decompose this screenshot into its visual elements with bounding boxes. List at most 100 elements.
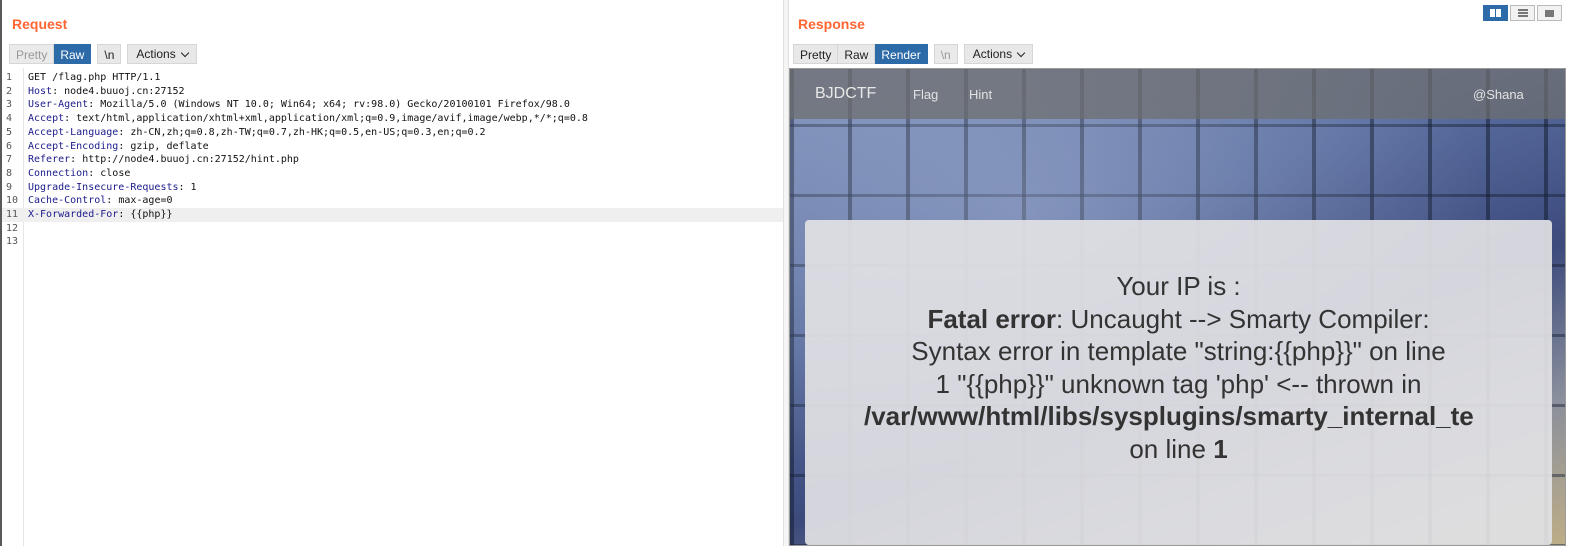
header-value: GET /flag.php HTTP/1.1 — [28, 72, 161, 83]
header-value: : node4.buuoj.cn:27152 — [52, 85, 185, 97]
line-number: 12 — [6, 222, 19, 234]
error-on-line-row: on line 1 — [805, 433, 1552, 466]
header-name: Connection — [28, 167, 89, 179]
line-content: Upgrade-Insecure-Requests: 1 — [28, 181, 197, 195]
request-editor[interactable]: 1 GET /flag.php HTTP/1.1 2 Host: node4.buuo… — [2, 68, 783, 546]
header-name: Accept-Language — [28, 126, 119, 138]
header-value: : 1 — [178, 181, 197, 193]
site-brand[interactable]: BJDCTF — [815, 85, 876, 103]
line-number: 13 — [6, 236, 19, 248]
editor-line[interactable]: 9 Upgrade-Insecure-Requests: 1 — [2, 181, 783, 195]
split-columns-icon — [1490, 9, 1495, 17]
actions-label: Actions — [136, 47, 176, 61]
newline-toggle[interactable]: \n — [933, 44, 958, 64]
line-content: Host: node4.buuoj.cn:27152 — [28, 85, 185, 99]
header-value: : text/html,application/xhtml+xml,applic… — [64, 113, 588, 125]
line-content: Accept-Encoding: gzip, deflate — [28, 140, 209, 154]
tab-raw[interactable]: Raw — [54, 44, 92, 64]
line-content: Referer: http://node4.buuoj.cn:27152/hin… — [28, 153, 299, 167]
chevron-down-icon — [180, 48, 189, 57]
header-name: User-Agent — [28, 99, 89, 111]
fatal-error-label: Fatal error — [927, 303, 1057, 334]
line-number: 6 — [6, 140, 13, 152]
header-value: : zh-CN,zh;q=0.8,zh-TW;q=0.7,zh-HK;q=0.5… — [118, 126, 486, 138]
response-panel: Response Pretty Raw Render \n Actions BJ… — [789, 0, 1588, 546]
line-number: 11 — [6, 209, 19, 220]
fatal-error-text: : Uncaught --> Smarty Compiler: — [1056, 303, 1430, 334]
response-view-tabs: Pretty Raw Render — [793, 44, 928, 64]
layout-toggle — [1483, 5, 1562, 21]
actions-label: Actions — [972, 47, 1013, 61]
line-content: Accept: text/html,application/xhtml+xml,… — [28, 112, 588, 126]
editor-line[interactable]: 5 Accept-Language: zh-CN,zh;q=0.8,zh-TW;q… — [2, 126, 783, 140]
actions-button[interactable]: Actions — [127, 44, 197, 64]
line-number: 8 — [6, 167, 13, 179]
nav-user[interactable]: @Shana — [1473, 87, 1524, 102]
error-path: /var/www/html/libs/sysplugins/smarty_int… — [864, 401, 1474, 431]
newline-toggle[interactable]: \n — [97, 44, 122, 64]
tab-pretty[interactable]: Pretty — [793, 44, 839, 64]
editor-line[interactable]: 4 Accept: text/html,application/xhtml+xml… — [2, 112, 783, 126]
request-title: Request — [12, 16, 68, 32]
line-number: 2 — [6, 85, 13, 97]
layout-tabs-button[interactable] — [1537, 5, 1562, 21]
tab-pretty[interactable]: Pretty — [9, 44, 55, 64]
line-content: User-Agent: Mozilla/5.0 (Windows NT 10.0… — [28, 98, 570, 112]
burp-repeater: Request Pretty Raw \n Actions 1 GET /flag… — [0, 0, 1588, 546]
editor-line[interactable]: 2 Host: node4.buuoj.cn:27152 — [2, 85, 783, 99]
error-path-row: /var/www/html/libs/sysplugins/smarty_int… — [805, 400, 1552, 433]
actions-button[interactable]: Actions — [963, 44, 1034, 64]
nav-link-hint[interactable]: Hint — [969, 87, 992, 102]
header-name: Accept — [28, 113, 65, 125]
split-columns-icon-part — [1496, 9, 1501, 17]
editor-line[interactable]: 7 Referer: http://node4.buuoj.cn:27152/hi… — [2, 153, 783, 167]
line-number: 4 — [6, 113, 13, 125]
request-toolbar: Pretty Raw \n Actions — [9, 44, 197, 64]
response-title: Response — [798, 16, 865, 32]
line-number: 5 — [6, 126, 13, 138]
line-number: 9 — [6, 181, 13, 193]
rendered-response: BJDCTF Flag Hint @Shana Your IP is : Fat… — [789, 68, 1566, 546]
editor-line[interactable]: 1 GET /flag.php HTTP/1.1 — [2, 71, 783, 85]
on-line-label: on line — [1129, 433, 1214, 464]
layout-side-by-side-button[interactable] — [1483, 5, 1508, 21]
header-name: Host — [28, 85, 53, 97]
chevron-down-icon — [1016, 48, 1026, 57]
error-line-3: 1 "{{php}}" unknown tag 'php' <-- thrown… — [935, 368, 1422, 399]
editor-line[interactable]: 8 Connection: close — [2, 167, 783, 181]
request-panel: Request Pretty Raw \n Actions 1 GET /flag… — [0, 0, 783, 546]
header-value: : max-age=0 — [106, 195, 173, 207]
line-number: 10 — [6, 195, 19, 207]
editor-line[interactable]: 6 Accept-Encoding: gzip, deflate — [2, 140, 783, 154]
header-name: X-Forwarded-For — [28, 209, 119, 220]
editor-line[interactable]: 11 X-Forwarded-For: {{php}} — [2, 208, 783, 222]
line-number: 7 — [6, 154, 13, 166]
line-content: Connection: close — [28, 167, 130, 181]
header-name: Upgrade-Insecure-Requests — [28, 181, 179, 193]
editor-line[interactable]: 12 — [2, 222, 783, 236]
editor-line[interactable]: 13 — [2, 235, 783, 249]
site-navbar: BJDCTF Flag Hint @Shana — [790, 69, 1565, 119]
error-card: Your IP is : Fatal error: Uncaught --> S… — [805, 220, 1552, 545]
header-value: : gzip, deflate — [118, 140, 209, 152]
split-rows-icon — [1517, 12, 1528, 14]
tab-raw[interactable]: Raw — [838, 44, 876, 64]
line-content: GET /flag.php HTTP/1.1 — [28, 71, 160, 85]
fatal-error-line: Fatal error: Uncaught --> Smarty Compile… — [805, 303, 1552, 336]
error-line-2: Syntax error in template "string:{{php}}… — [911, 336, 1446, 366]
header-value: : {{php}} — [118, 209, 173, 220]
response-toolbar: Pretty Raw Render \n Actions — [793, 44, 1034, 64]
drag-handle-icon: ⋮⋮ — [785, 354, 795, 368]
line-content: X-Forwarded-For: {{php}} — [28, 208, 173, 222]
header-name: Referer — [28, 154, 71, 166]
header-name: Cache-Control — [28, 195, 107, 207]
header-value: : http://node4.buuoj.cn:27152/hint.php — [70, 154, 299, 166]
tab-render[interactable]: Render — [875, 44, 928, 64]
line-content: Cache-Control: max-age=0 — [28, 194, 173, 208]
nav-link-flag[interactable]: Flag — [913, 87, 938, 102]
layout-stacked-button[interactable] — [1510, 5, 1535, 21]
single-view-icon — [1545, 9, 1554, 17]
editor-line[interactable]: 3 User-Agent: Mozilla/5.0 (Windows NT 10.… — [2, 98, 783, 112]
editor-line[interactable]: 10 Cache-Control: max-age=0 — [2, 194, 783, 208]
header-name: Accept-Encoding — [28, 140, 119, 152]
